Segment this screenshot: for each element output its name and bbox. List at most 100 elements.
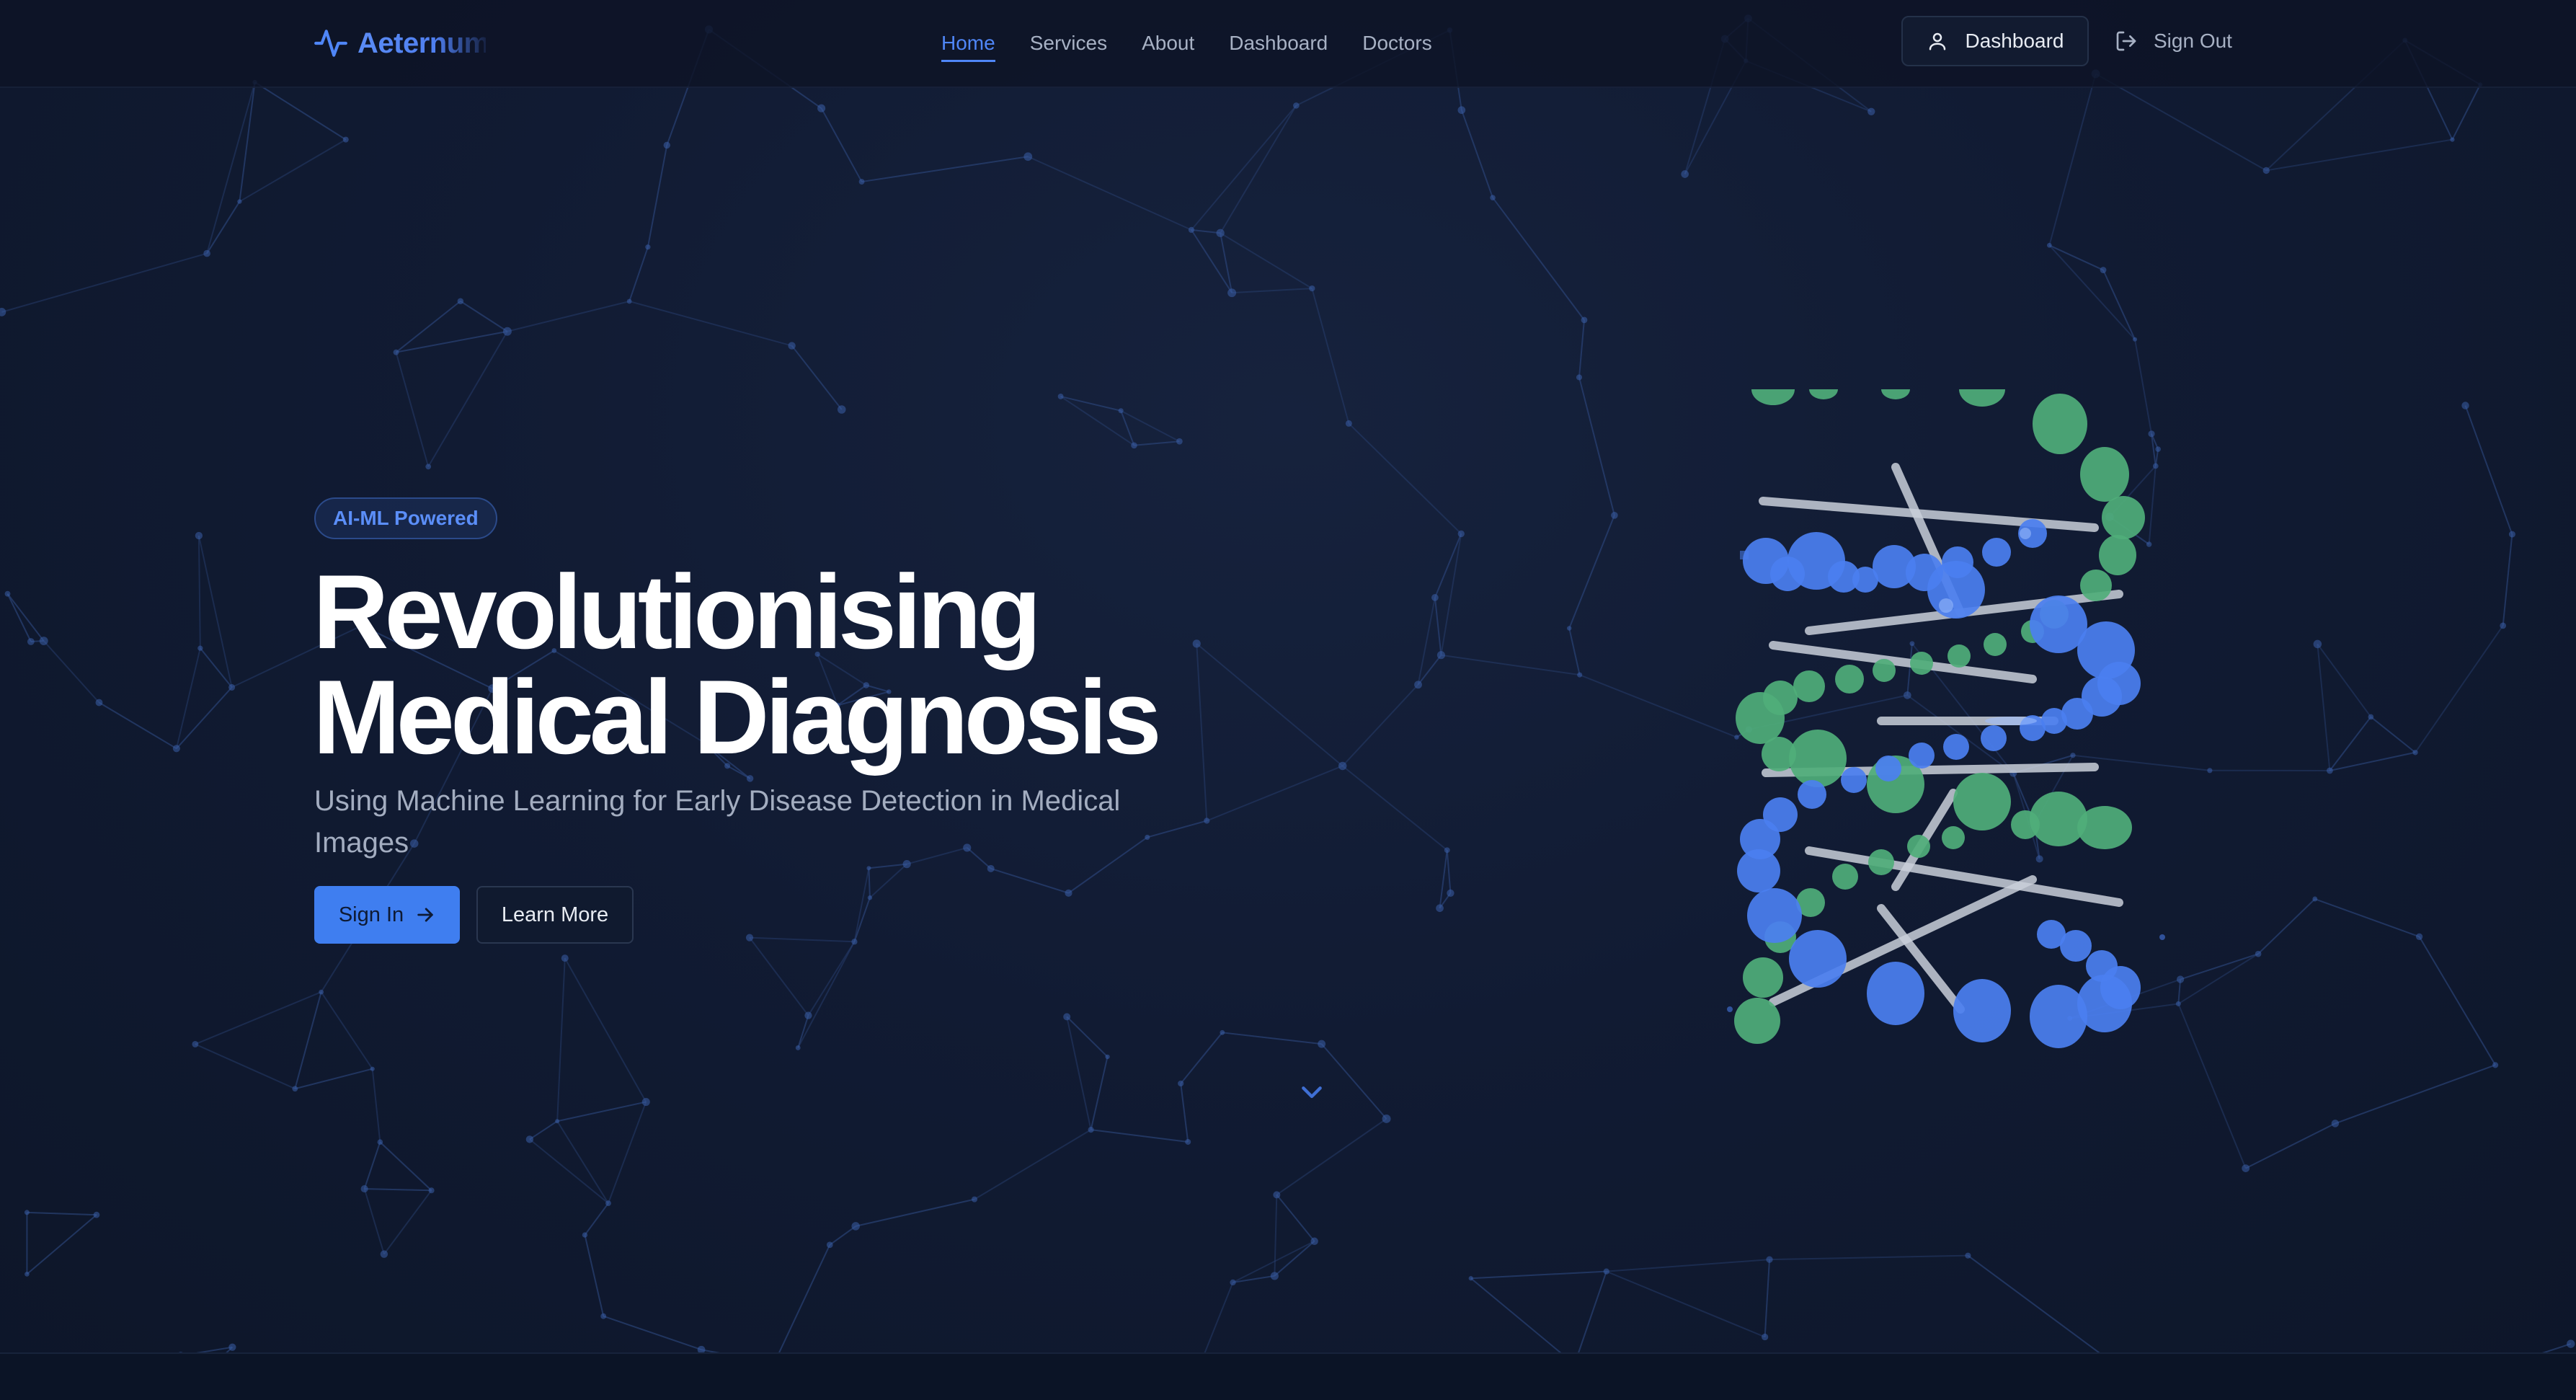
sign-in-label: Sign In bbox=[338, 903, 404, 926]
network-node bbox=[605, 1200, 611, 1206]
network-edge bbox=[1460, 110, 1493, 198]
network-node bbox=[1273, 1191, 1281, 1199]
network-edge bbox=[1, 252, 208, 313]
sign-in-button[interactable]: Sign In bbox=[314, 886, 460, 944]
network-edge bbox=[2451, 84, 2481, 141]
network-node bbox=[370, 1066, 375, 1071]
network-edge bbox=[395, 300, 461, 353]
network-edge bbox=[27, 1211, 97, 1216]
nav-services[interactable]: Services bbox=[1030, 32, 1107, 55]
network-node bbox=[866, 866, 871, 871]
network-node bbox=[561, 954, 569, 962]
network-edge bbox=[1134, 440, 1180, 446]
network-edge bbox=[206, 81, 256, 254]
network-edge bbox=[1440, 533, 1462, 655]
network-edge bbox=[1441, 654, 1580, 676]
network-edge bbox=[6, 593, 32, 642]
network-node bbox=[2415, 933, 2423, 940]
network-node bbox=[600, 1313, 607, 1319]
top-navbar: Aeternum Home Services About Dashboard D… bbox=[0, 0, 2576, 88]
network-edge bbox=[43, 640, 100, 704]
network-edge bbox=[2329, 751, 2416, 771]
network-node bbox=[2046, 242, 2052, 248]
dashboard-button[interactable]: Dashboard bbox=[1901, 16, 2089, 66]
network-node bbox=[2176, 975, 2185, 983]
network-node bbox=[228, 683, 236, 691]
network-node bbox=[2508, 531, 2515, 538]
network-node bbox=[2312, 896, 2318, 902]
user-icon bbox=[1929, 32, 1945, 50]
chevron-down-icon[interactable] bbox=[1296, 1078, 1328, 1107]
network-node bbox=[2327, 767, 2333, 774]
network-edge bbox=[254, 81, 347, 141]
network-edge bbox=[1579, 674, 1737, 738]
network-edge bbox=[2048, 244, 2104, 271]
network-edge bbox=[197, 535, 201, 649]
network-edge bbox=[195, 991, 322, 1045]
network-node bbox=[1965, 1252, 1971, 1259]
network-edge bbox=[195, 1043, 296, 1090]
network-node bbox=[1431, 594, 1439, 601]
network-node bbox=[1457, 530, 1465, 538]
network-edge bbox=[395, 352, 430, 467]
network-edge bbox=[1027, 156, 1192, 231]
network-node bbox=[2450, 137, 2455, 142]
network-node bbox=[172, 745, 180, 753]
network-edge bbox=[1180, 1032, 1223, 1084]
network-node bbox=[1566, 626, 1572, 631]
network-edge bbox=[1311, 288, 1350, 424]
network-edge bbox=[98, 701, 177, 750]
network-edge bbox=[1606, 1270, 1766, 1338]
network-node bbox=[237, 199, 242, 204]
network-edge bbox=[1769, 1254, 1968, 1261]
network-node bbox=[1681, 170, 1689, 178]
nav-home[interactable]: Home bbox=[941, 32, 995, 62]
network-node bbox=[837, 405, 846, 414]
network-node bbox=[795, 1045, 801, 1050]
sign-out-label: Sign Out bbox=[2154, 30, 2232, 52]
network-node bbox=[2331, 1120, 2340, 1127]
network-edge bbox=[1066, 1016, 1092, 1130]
network-node bbox=[428, 1187, 435, 1194]
network-node bbox=[319, 989, 324, 995]
network-node bbox=[804, 1011, 812, 1019]
network-node bbox=[525, 1135, 534, 1143]
network-edge bbox=[371, 1068, 381, 1143]
network-node bbox=[2242, 1164, 2250, 1172]
brand-logo[interactable]: Aeternum bbox=[313, 20, 486, 66]
network-node bbox=[1216, 229, 1225, 237]
network-node bbox=[987, 864, 995, 872]
nav-doctors[interactable]: Doctors bbox=[1362, 32, 1431, 55]
network-node bbox=[203, 249, 210, 257]
network-node bbox=[2207, 768, 2213, 774]
network-node bbox=[342, 136, 349, 143]
learn-more-button[interactable]: Learn More bbox=[476, 886, 634, 944]
network-edge bbox=[2335, 1064, 2496, 1125]
network-edge bbox=[1470, 1270, 1607, 1280]
nav-about[interactable]: About bbox=[1142, 32, 1194, 55]
network-edge bbox=[1434, 597, 1442, 655]
network-edge bbox=[2180, 953, 2259, 980]
sign-out-button[interactable]: Sign Out bbox=[2115, 16, 2232, 66]
network-edge bbox=[749, 937, 809, 1016]
network-node bbox=[2313, 639, 2322, 649]
network-node bbox=[1867, 107, 1875, 115]
network-edge bbox=[1191, 229, 1221, 234]
network-node bbox=[641, 1097, 650, 1107]
network-edge bbox=[2177, 1004, 2247, 1169]
network-node bbox=[1065, 889, 1072, 897]
nav-dashboard[interactable]: Dashboard bbox=[1229, 32, 1328, 55]
network-edge bbox=[1120, 409, 1180, 443]
network-edge bbox=[2048, 244, 2136, 340]
network-edge bbox=[1578, 377, 1615, 516]
network-node bbox=[1220, 1029, 1225, 1035]
network-edge bbox=[797, 941, 856, 1048]
network-edge bbox=[855, 1198, 975, 1227]
network-edge bbox=[1206, 765, 1343, 822]
network-edge bbox=[1276, 1194, 1315, 1242]
network-node bbox=[1188, 226, 1195, 234]
network-node bbox=[25, 1272, 30, 1277]
network-edge bbox=[629, 301, 792, 347]
network-edge bbox=[1232, 288, 1313, 294]
network-edge bbox=[829, 1226, 856, 1246]
